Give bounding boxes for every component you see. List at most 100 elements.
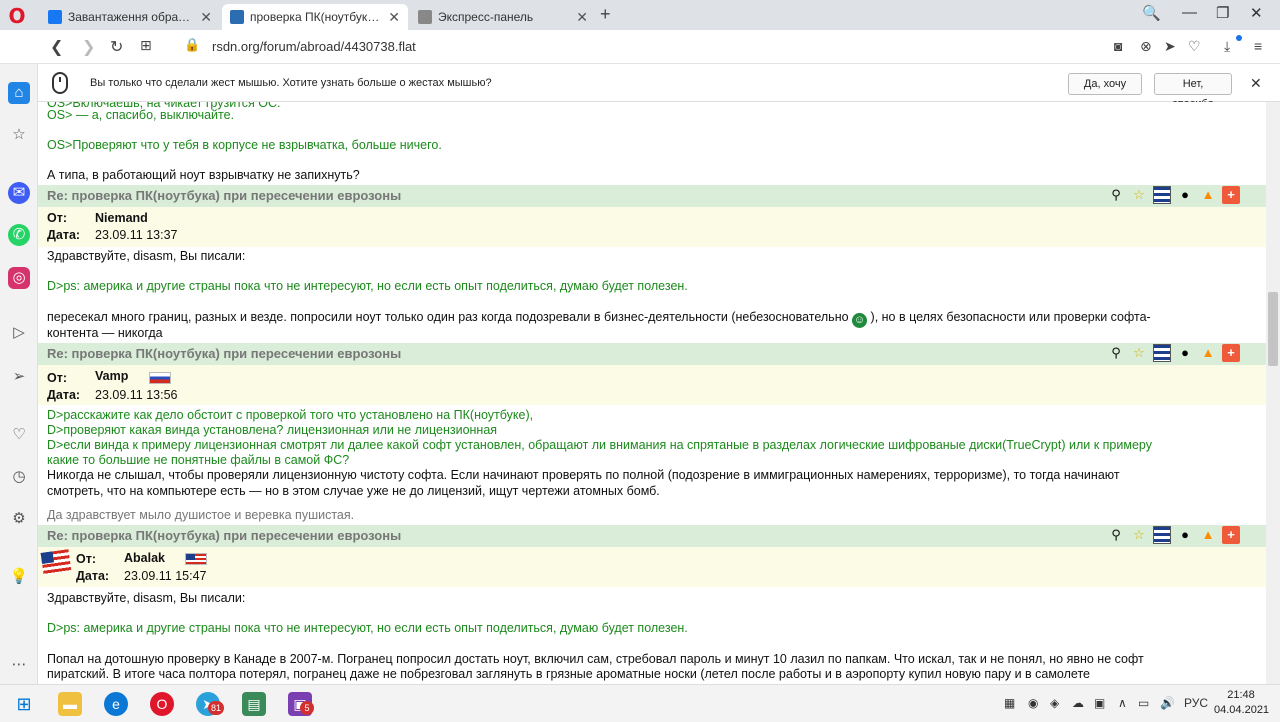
back-icon[interactable]: ❮ [50,37,63,57]
tab-close-icon[interactable]: ✕ [388,9,400,26]
plus-icon[interactable]: + [1222,526,1240,544]
settings-gear-icon[interactable]: ⚙ [8,508,30,530]
search-icon[interactable]: ⚲ [1107,186,1125,204]
mouse-icon [52,72,68,94]
app-chart-icon[interactable]: ▤ [242,692,266,716]
heart-icon[interactable]: ♡ [1188,38,1201,55]
author-link[interactable]: Niemand [95,211,148,225]
restore-icon[interactable]: ❐ [1216,4,1229,22]
tab-search-icon[interactable]: 🔍 [1142,4,1161,22]
flow-send-icon[interactable]: ➢ [8,366,30,388]
scrollbar-thumb[interactable] [1268,292,1278,366]
download-icon[interactable]: ⤓ [1224,38,1230,55]
author-link[interactable]: Vamp [95,369,128,383]
bomb-icon[interactable]: ● [1176,344,1194,362]
star-icon[interactable]: ☆ [1130,526,1148,544]
windows-start-icon[interactable]: ⊞ [12,692,36,716]
player-icon[interactable]: ▷ [8,322,30,344]
gesture-no-button[interactable]: Нет, спасибо [1154,73,1232,110]
message-date: 23.09.11 15:47 [124,569,207,583]
app-badge: 5 [300,701,314,715]
author-link[interactable]: Abalak [124,551,165,565]
language-indicator[interactable]: РУС [1184,696,1208,710]
messenger-icon[interactable]: ✉ [8,182,30,204]
message-actions: ⚲ ☆ ● ▲ + [1107,344,1240,362]
message-date: 23.09.11 13:37 [95,228,178,242]
tab-close-icon[interactable]: ✕ [200,9,212,26]
volume-icon[interactable]: 🔊 [1160,696,1175,710]
tabs-grid-icon[interactable]: ⊞ [140,37,152,54]
star-icon[interactable]: ☆ [1130,186,1148,204]
tab-close-icon[interactable]: ✕ [576,9,588,26]
message-header: Re: проверка ПК(ноутбука) при пересечени… [38,185,1266,207]
quote-line: OS>Проверяют что у тебя в корпусе не взр… [47,138,442,152]
flag-icon[interactable] [1153,186,1171,204]
menu-icon[interactable]: ≡ [1254,38,1262,54]
forward-icon[interactable]: ❯ [82,37,95,57]
system-clock[interactable]: 21:48 04.04.2021 [1214,688,1269,718]
bookmarks-heart-icon[interactable]: ♡ [8,424,30,446]
message-title[interactable]: Re: проверка ПК(ноутбука) при пересечени… [47,528,401,543]
network-icon[interactable]: ▭ [1138,696,1149,710]
tab-label: Завантаження образу дис [68,10,194,24]
opera-menu-icon[interactable]: O [6,5,28,27]
camera-icon[interactable]: ◙ [1114,38,1122,54]
tab-download-image[interactable]: Завантаження образу дис ✕ [40,4,220,30]
show-hidden-icons[interactable]: ∧ [1118,696,1127,710]
page-scrollbar[interactable] [1266,102,1280,684]
minimize-icon[interactable]: — [1182,4,1197,21]
flag-icon[interactable] [1153,526,1171,544]
whatsapp-icon[interactable]: ✆ [8,224,30,246]
close-icon[interactable]: ✕ [1250,75,1262,92]
more-dots-icon[interactable]: ⋯ [8,654,30,676]
close-window-icon[interactable]: ✕ [1250,4,1263,22]
search-icon[interactable]: ⚲ [1107,344,1125,362]
opera-browser-icon[interactable]: O [150,692,174,716]
russia-flag-icon [149,372,171,384]
flag-icon[interactable] [1153,344,1171,362]
from-label: От: [47,211,68,225]
tab-rsdn-forum[interactable]: проверка ПК(ноутбука) пр ✕ [222,4,408,30]
lock-icon[interactable]: 🔒 [184,37,200,53]
nvidia-icon[interactable]: ▦ [1004,696,1015,710]
quote-line: OS> — а, спасибо, выключайте. [47,108,235,122]
bomb-icon[interactable]: ● [1176,526,1194,544]
tray-icon[interactable]: ☁ [1072,696,1084,710]
tray-icon[interactable]: ◉ [1028,696,1038,710]
file-explorer-icon[interactable]: ▬ [58,692,82,716]
history-clock-icon[interactable]: ◷ [8,466,30,488]
block-ads-icon[interactable]: ⊗ [1140,38,1152,55]
warning-icon[interactable]: ▲ [1199,526,1217,544]
instagram-icon[interactable]: ◎ [8,267,30,289]
warning-icon[interactable]: ▲ [1199,344,1217,362]
date-label: Дата: [76,569,110,583]
from-label: От: [47,371,68,385]
new-tab-button[interactable]: + [600,4,611,25]
clock-time: 21:48 [1227,689,1255,701]
tray-icon[interactable]: ◈ [1050,696,1059,710]
message-title[interactable]: Re: проверка ПК(ноутбука) при пересечени… [47,346,401,361]
tray-icon[interactable]: ▣ [1094,696,1105,710]
edge-browser-icon[interactable]: e [104,692,128,716]
plus-icon[interactable]: + [1222,344,1240,362]
bomb-icon[interactable]: ● [1176,186,1194,204]
forum-content: OS>Включаешь, на чикает грузится OC. OS>… [38,102,1266,684]
message-header: Re: проверка ПК(ноутбука) при пересечени… [38,525,1266,547]
star-icon[interactable]: ☆ [1130,344,1148,362]
search-icon[interactable]: ⚲ [1107,526,1125,544]
lightbulb-icon[interactable]: 💡 [8,566,30,588]
message-title[interactable]: Re: проверка ПК(ноутбука) при пересечени… [47,188,401,203]
send-icon[interactable]: ➤ [1164,38,1176,55]
home-icon[interactable]: ⌂ [8,82,30,104]
warning-icon[interactable]: ▲ [1199,186,1217,204]
date-label: Дата: [47,388,81,402]
text-fragment: пересекал много границ, разных и везде. … [47,310,849,324]
reload-icon[interactable]: ↻ [110,37,123,57]
tab-speed-dial[interactable]: Экспресс-панель ✕ [410,4,596,30]
gesture-yes-button[interactable]: Да, хочу [1068,73,1142,95]
url-field[interactable]: rsdn.org/forum/abroad/4430738.flat [212,39,416,54]
address-bar: ❮ ❯ ↻ ⊞ 🔒 rsdn.org/forum/abroad/4430738.… [0,30,1280,64]
message-actions: ⚲ ☆ ● ▲ + [1107,186,1240,204]
plus-icon[interactable]: + [1222,186,1240,204]
star-icon[interactable]: ☆ [8,124,30,146]
